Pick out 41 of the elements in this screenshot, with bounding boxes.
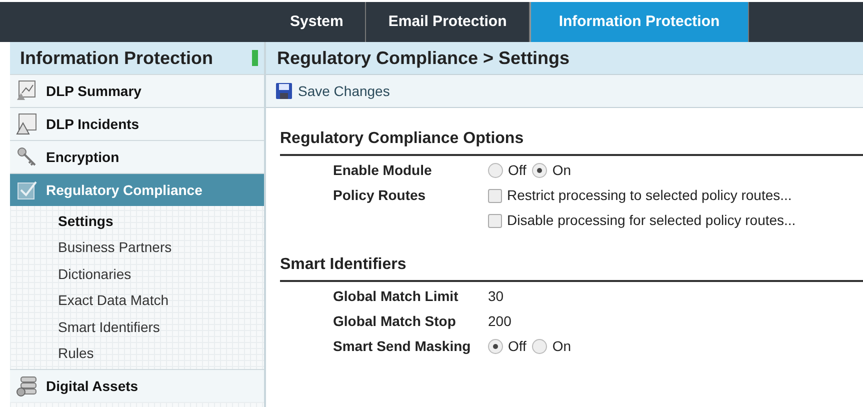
option-label: On [552, 161, 572, 180]
field-label: Global Match Limit [332, 287, 460, 306]
save-button[interactable]: Save Changes [276, 80, 390, 102]
field-label: Enable Module [332, 161, 433, 180]
sidebar-subitem[interactable]: Settings [10, 208, 114, 234]
radio-button[interactable] [488, 339, 503, 354]
sidebar-item[interactable]: Digital Assets [10, 369, 264, 402]
sidebar-item[interactable]: DLP Summary [10, 74, 264, 107]
checkbox[interactable] [488, 188, 502, 202]
sidebar-title: Information Protection [20, 46, 213, 70]
field-value: 200 [488, 313, 512, 329]
radio-button[interactable] [532, 163, 548, 178]
option-label: Restrict processing to selected policy routes... [507, 186, 792, 205]
sidebar-item[interactable]: Encryption [10, 140, 264, 173]
sidebar-item[interactable]: Regulatory Compliance [10, 173, 264, 206]
radio-button[interactable] [532, 339, 548, 354]
option-label: Off [508, 161, 526, 180]
field-label: Global Match Stop [332, 312, 457, 331]
sidebar-subitem[interactable]: Business Partners [10, 234, 172, 261]
sidebar-item[interactable]: DLP Incidents [10, 107, 264, 140]
chart-board-icon [16, 80, 38, 102]
field-label: Policy Routes [332, 186, 427, 205]
sidebar-subitem[interactable]: Exact Data Match [10, 288, 168, 314]
radio-button[interactable] [488, 163, 503, 178]
checkmark-box-icon [16, 179, 38, 201]
page-title: Regulatory Compliance > Settings [266, 42, 863, 74]
key-icon [16, 146, 38, 168]
section-heading: Smart Identifiers [280, 253, 863, 282]
checkbox[interactable] [488, 214, 502, 228]
field-value: 30 [488, 288, 504, 304]
option-label: On [552, 337, 572, 356]
option-label: Off [508, 337, 526, 356]
database-icon [16, 375, 38, 397]
sidebar-subitem[interactable]: Smart Identifiers [10, 314, 160, 340]
sidebar-subitem[interactable]: Dictionaries [10, 261, 132, 288]
option-label: Disable processing for selected policy routes... [507, 211, 796, 230]
field-label: Smart Send Masking [332, 337, 472, 356]
warning-board-icon [16, 113, 38, 135]
section-heading: Regulatory Compliance Options [280, 127, 863, 156]
sidebar-subitem[interactable]: Rules [10, 340, 94, 367]
collapse-handle[interactable] [252, 50, 258, 66]
